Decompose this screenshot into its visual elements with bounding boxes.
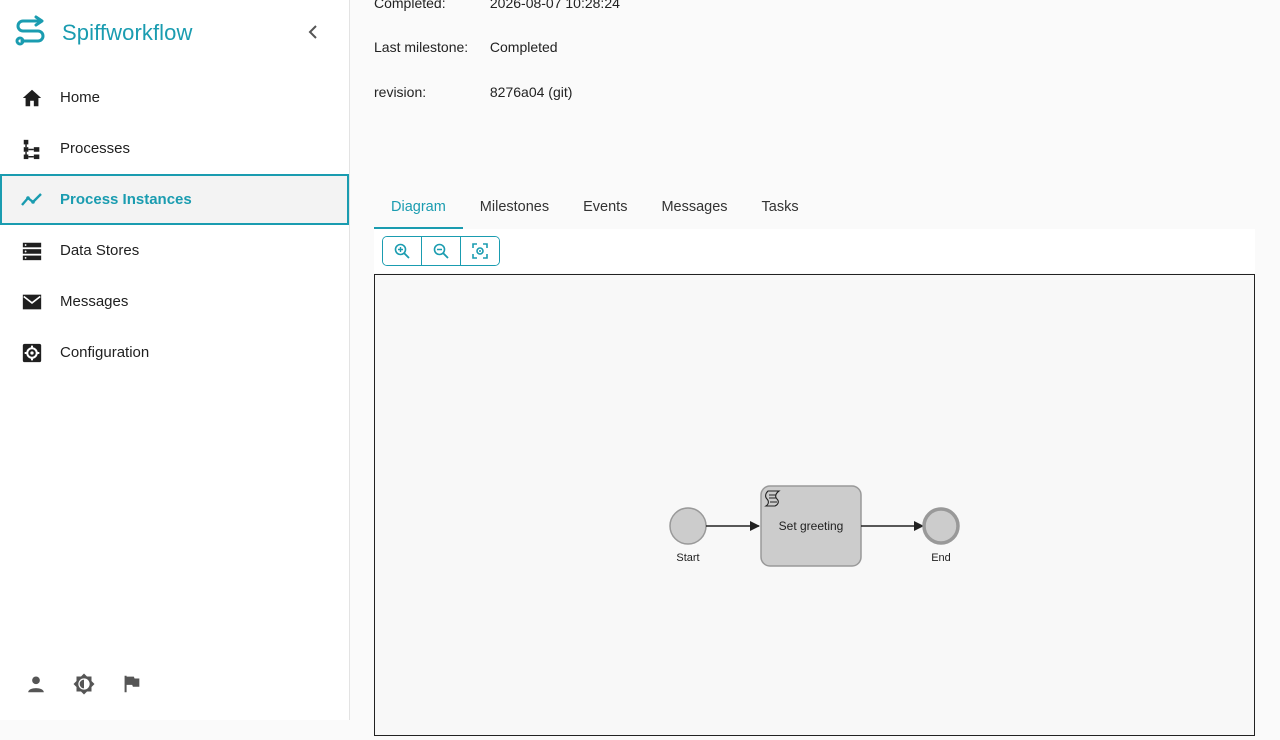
sidebar-item-processes[interactable]: Processes — [0, 123, 349, 174]
sidebar-item-process-instances[interactable]: Process Instances — [0, 174, 349, 225]
chevron-left-icon — [308, 25, 317, 39]
revision-row: revision: 8276a04 (git) — [374, 84, 572, 100]
diagram-toolbar — [374, 229, 1255, 273]
main-content: Completed: 2026-08-07 10:28:24 Last mile… — [350, 0, 1280, 736]
sidebar-item-data-stores[interactable]: Data Stores — [0, 225, 349, 276]
sidebar-item-label: Messages — [60, 293, 129, 310]
processes-icon — [20, 137, 44, 161]
last-milestone-value: Completed — [489, 39, 558, 55]
revision-value: 8276a04 (git) — [489, 84, 573, 100]
revision-label: revision: — [374, 84, 427, 100]
sidebar-nav: Home Processes Process Instances Data St… — [0, 72, 349, 378]
sidebar-item-messages[interactable]: Messages — [0, 276, 349, 327]
bpmn-diagram-canvas[interactable]: Start Set greeting End — [374, 274, 1255, 736]
user-icon[interactable] — [24, 672, 48, 696]
start-event-label: Start — [676, 552, 699, 564]
app-name: Spiffworkflow — [62, 20, 193, 45]
start-event[interactable] — [669, 507, 707, 545]
collapse-sidebar-button[interactable] — [302, 20, 324, 44]
brand[interactable]: Spiffworkflow — [14, 14, 193, 53]
completed-label: Completed: — [374, 0, 446, 11]
theme-icon[interactable] — [72, 672, 96, 696]
sidebar-item-label: Processes — [60, 140, 131, 157]
home-icon — [20, 86, 44, 110]
tab-tasks[interactable]: Tasks — [745, 186, 816, 227]
sidebar-item-label: Data Stores — [60, 242, 140, 259]
tab-messages[interactable]: Messages — [644, 186, 744, 227]
messages-icon — [20, 290, 44, 314]
fit-view-icon — [472, 243, 488, 259]
completed-value: 2026-08-07 10:28:24 — [489, 0, 620, 11]
sidebar: Spiffworkflow Home Processes Process Ins… — [0, 0, 350, 720]
end-event[interactable] — [922, 507, 960, 545]
process-instances-icon — [20, 188, 44, 212]
fit-view-button[interactable] — [460, 237, 499, 265]
spiffworkflow-logo-icon — [14, 14, 48, 53]
zoom-in-button[interactable] — [383, 237, 421, 265]
data-stores-icon — [20, 239, 44, 263]
end-event-label: End — [931, 552, 951, 564]
last-milestone-label: Last milestone: — [374, 39, 469, 55]
zoom-in-icon — [394, 243, 410, 259]
tab-events[interactable]: Events — [566, 186, 644, 227]
task-label: Set greeting — [779, 519, 844, 533]
sidebar-footer — [24, 672, 144, 696]
completed-row: Completed: 2026-08-07 10:28:24 — [374, 0, 620, 11]
sidebar-item-label: Configuration — [60, 344, 150, 361]
last-milestone-row: Last milestone: Completed — [374, 39, 558, 55]
flag-icon[interactable] — [120, 672, 144, 696]
zoom-controls — [382, 236, 500, 266]
sidebar-item-configuration[interactable]: Configuration — [0, 327, 349, 378]
sidebar-item-label: Home — [60, 89, 101, 106]
instance-tabs: Diagram Milestones Events Messages Tasks — [374, 186, 816, 229]
zoom-out-button[interactable] — [421, 237, 460, 265]
tab-milestones[interactable]: Milestones — [463, 186, 566, 227]
sidebar-item-home[interactable]: Home — [0, 72, 349, 123]
zoom-out-icon — [433, 243, 449, 259]
tab-diagram[interactable]: Diagram — [374, 186, 463, 229]
sidebar-item-label: Process Instances — [60, 191, 192, 208]
configuration-icon — [20, 341, 44, 365]
